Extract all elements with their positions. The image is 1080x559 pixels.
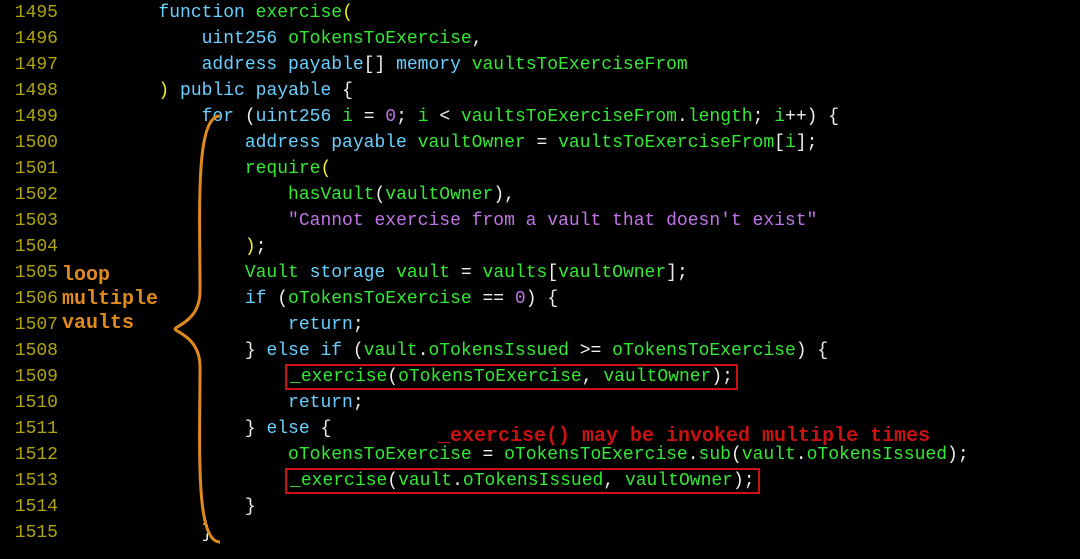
line-number: 1499 — [0, 104, 72, 130]
code-content: hasVault(vaultOwner), — [72, 182, 515, 208]
line-number: 1502 — [0, 182, 72, 208]
code-content: ); — [72, 234, 266, 260]
code-content: "Cannot exercise from a vault that doesn… — [72, 208, 817, 234]
line-number: 1511 — [0, 416, 72, 442]
code-editor: 1495 function exercise(1496 uint256 oTok… — [0, 0, 1080, 546]
line-number: 1515 — [0, 520, 72, 546]
line-number: 1503 — [0, 208, 72, 234]
code-line: 1509 _exercise(oTokensToExercise, vaultO… — [0, 364, 1080, 390]
highlight-box: _exercise(oTokensToExercise, vaultOwner)… — [288, 367, 735, 387]
code-line: 1515 } — [0, 520, 1080, 546]
code-line: 1502 hasVault(vaultOwner), — [0, 182, 1080, 208]
code-line: 1506 if (oTokensToExercise == 0) { — [0, 286, 1080, 312]
line-number: 1513 — [0, 468, 72, 494]
line-number: 1500 — [0, 130, 72, 156]
code-content: _exercise(oTokensToExercise, vaultOwner)… — [72, 364, 735, 390]
code-line: 1508 } else if (vault.oTokensIssued >= o… — [0, 338, 1080, 364]
line-number: 1512 — [0, 442, 72, 468]
line-number: 1495 — [0, 0, 72, 26]
annotation-loop-vaults: loop multiple vaults — [62, 264, 158, 336]
annotation-line: loop — [62, 264, 158, 288]
code-content: _exercise(vault.oTokensIssued, vaultOwne… — [72, 468, 757, 494]
code-line: 1510 return; — [0, 390, 1080, 416]
annotation-line: multiple — [62, 288, 158, 312]
code-line: 1497 address payable[] memory vaultsToEx… — [0, 52, 1080, 78]
line-number: 1498 — [0, 78, 72, 104]
code-content: } else { — [72, 416, 331, 442]
code-line: 1504 ); — [0, 234, 1080, 260]
code-line: 1514 } — [0, 494, 1080, 520]
code-content: } — [72, 494, 256, 520]
line-number: 1501 — [0, 156, 72, 182]
code-line: 1499 for (uint256 i = 0; i < vaultsToExe… — [0, 104, 1080, 130]
code-line: 1505 Vault storage vault = vaults[vaultO… — [0, 260, 1080, 286]
line-number: 1497 — [0, 52, 72, 78]
line-number: 1508 — [0, 338, 72, 364]
line-number: 1510 — [0, 390, 72, 416]
code-content: } else if (vault.oTokensIssued >= oToken… — [72, 338, 828, 364]
code-line: 1500 address payable vaultOwner = vaults… — [0, 130, 1080, 156]
line-number: 1509 — [0, 364, 72, 390]
code-content: for (uint256 i = 0; i < vaultsToExercise… — [72, 104, 839, 130]
annotation-line: vaults — [62, 312, 158, 336]
code-line: 1496 uint256 oTokensToExercise, — [0, 26, 1080, 52]
code-line: 1501 require( — [0, 156, 1080, 182]
code-content: Vault storage vault = vaults[vaultOwner]… — [72, 260, 688, 286]
code-line: 1498 ) public payable { — [0, 78, 1080, 104]
code-content: uint256 oTokensToExercise, — [72, 26, 483, 52]
code-content: } — [72, 520, 212, 546]
code-content: ) public payable { — [72, 78, 353, 104]
code-line: 1513 _exercise(vault.oTokensIssued, vaul… — [0, 468, 1080, 494]
highlight-box: _exercise(vault.oTokensIssued, vaultOwne… — [288, 471, 757, 491]
code-content: return; — [72, 390, 364, 416]
code-content: address payable vaultOwner = vaultsToExe… — [72, 130, 817, 156]
code-line: 1507 return; — [0, 312, 1080, 338]
line-number: 1496 — [0, 26, 72, 52]
code-content: address payable[] memory vaultsToExercis… — [72, 52, 688, 78]
code-content: require( — [72, 156, 331, 182]
line-number: 1514 — [0, 494, 72, 520]
code-content: function exercise( — [72, 0, 353, 26]
code-line: 1495 function exercise( — [0, 0, 1080, 26]
code-line: 1503 "Cannot exercise from a vault that … — [0, 208, 1080, 234]
line-number: 1504 — [0, 234, 72, 260]
annotation-exercise-warning: _exercise() may be invoked multiple time… — [438, 424, 930, 450]
